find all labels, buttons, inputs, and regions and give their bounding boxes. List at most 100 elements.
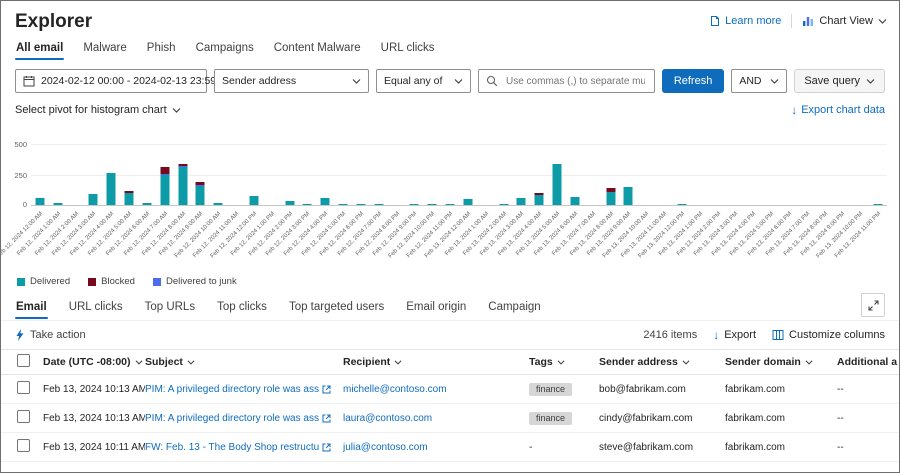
open-in-new-icon[interactable] [322, 414, 331, 423]
bar-segment-delivered[interactable] [160, 175, 169, 205]
bar-segment-delivered[interactable] [517, 198, 526, 205]
export-chart-data-label: Export chart data [801, 104, 885, 116]
bar-segment-delivered[interactable] [463, 199, 472, 205]
export-chart-data-button[interactable]: ↓ Export chart data [791, 104, 885, 116]
bar-segment-delivered[interactable] [428, 204, 437, 206]
bar-segment-blocked[interactable] [160, 167, 169, 174]
bar-segment-blocked[interactable] [535, 193, 544, 195]
subject-link[interactable]: PIM: A privileged directory role was ass… [145, 384, 319, 395]
filter-operator-dropdown[interactable]: Equal any of [376, 69, 471, 93]
bar-segment-delivered[interactable] [321, 198, 330, 205]
bar-segment-delivered[interactable] [410, 204, 419, 206]
select-all-checkbox[interactable] [17, 354, 30, 367]
date-range-picker[interactable]: 2024-02-12 00:00 - 2024-02-13 23:59 [15, 69, 207, 93]
column-header-tags[interactable]: Tags [529, 356, 599, 368]
tab-content-malware[interactable]: Content Malware [273, 37, 362, 61]
column-header-sender-domain[interactable]: Sender domain [725, 356, 837, 368]
bar-segment-delivered[interactable] [35, 198, 44, 205]
bar-segment-delivered[interactable] [339, 204, 348, 206]
bar-segment-blocked[interactable] [125, 191, 134, 193]
filter-field-value: Sender address [222, 75, 296, 87]
bar-segment-blocked[interactable] [606, 188, 615, 192]
histogram-chart: 500 250 0 Feb 12, 2024 12:00 AMFeb 12, 2… [31, 144, 887, 276]
tab-campaign[interactable]: Campaign [487, 296, 541, 320]
pivot-selector[interactable]: Select pivot for histogram chart [15, 104, 181, 116]
bar-segment-delivered[interactable] [125, 193, 134, 205]
open-in-new-icon[interactable] [322, 385, 331, 394]
bar-segment-delivered[interactable] [499, 204, 508, 206]
recipient-link[interactable]: laura@contoso.com [343, 413, 432, 424]
learn-more-link[interactable]: Learn more [709, 15, 781, 27]
tag-badge[interactable]: finance [529, 412, 572, 425]
row-checkbox[interactable] [17, 410, 30, 423]
export-button[interactable]: ↓ Export [713, 329, 756, 341]
bar-segment-delivered[interactable] [303, 204, 312, 206]
tab-phish[interactable]: Phish [146, 37, 177, 61]
bar-segment-delivered[interactable] [624, 187, 633, 205]
tab-malware[interactable]: Malware [82, 37, 127, 61]
bar-segment-delivered[interactable] [446, 204, 455, 206]
bar-segment-delivered[interactable] [249, 196, 258, 205]
bar-segment-delivered[interactable] [178, 167, 187, 205]
tag-badge[interactable]: finance [529, 383, 572, 396]
bar-segment-delivered[interactable] [53, 203, 62, 205]
recipient-link[interactable]: julia@contoso.com [343, 442, 428, 453]
bar-segment-delivered[interactable] [89, 194, 98, 205]
filter-field-dropdown[interactable]: Sender address [214, 69, 369, 93]
subject-link[interactable]: PIM: A privileged directory role was ass… [145, 413, 319, 424]
save-query-button[interactable]: Save query [794, 69, 885, 93]
chart-view-selector[interactable]: Chart View [802, 15, 887, 27]
boolean-operator-dropdown[interactable]: AND [731, 69, 787, 93]
bar-segment-delivered[interactable] [553, 164, 562, 205]
row-checkbox[interactable] [17, 439, 30, 452]
bar-segment-delivered[interactable] [107, 173, 116, 205]
expand-table-button[interactable] [861, 293, 885, 317]
column-header-recipient[interactable]: Recipient [343, 356, 529, 368]
chevron-down-icon [770, 79, 779, 84]
bar-segment-delivered[interactable] [535, 195, 544, 205]
open-in-new-icon[interactable] [322, 443, 331, 452]
bar-segment-blocked[interactable] [178, 164, 187, 166]
tab-email[interactable]: Email [15, 296, 48, 320]
bar-segment-delivered[interactable] [356, 204, 365, 206]
tab-email-origin[interactable]: Email origin [405, 296, 467, 320]
bar-segment-delivered[interactable] [142, 203, 151, 205]
filter-operator-value: Equal any of [384, 75, 442, 87]
take-action-button[interactable]: Take action [15, 329, 86, 341]
tab-campaigns[interactable]: Campaigns [195, 37, 255, 61]
column-header-subject[interactable]: Subject [145, 356, 343, 368]
refresh-button[interactable]: Refresh [662, 69, 725, 93]
explorer-page: Explorer Learn more Chart View All email… [0, 0, 900, 473]
subject-wrap: PIM: A privileged directory role was ass… [145, 413, 331, 424]
date-range-value: 2024-02-12 00:00 - 2024-02-13 23:59 [41, 75, 216, 87]
subject-link[interactable]: FW: Feb. 13 - The Body Shop restructures… [145, 442, 319, 453]
tab-url-clicks[interactable]: URL clicks [68, 296, 124, 320]
bar-segment-delivered[interactable] [374, 204, 383, 206]
table-row[interactable]: Feb 13, 2024 10:13 AM PIM: A privileged … [1, 404, 899, 433]
row-checkbox[interactable] [17, 381, 30, 394]
table-row[interactable]: Feb 13, 2024 10:11 AM FW: Feb. 13 - The … [1, 433, 899, 462]
column-header-date[interactable]: Date (UTC -08:00) [43, 356, 145, 368]
recipient-link[interactable]: michelle@contoso.com [343, 384, 447, 395]
column-header-sender-address[interactable]: Sender address [599, 356, 725, 368]
tab-all-email[interactable]: All email [15, 37, 64, 61]
bar-segment-delivered[interactable] [570, 197, 579, 205]
bar-segment-delivered[interactable] [874, 204, 883, 206]
items-count: 2416 items [643, 329, 697, 341]
tab-top-urls[interactable]: Top URLs [144, 296, 197, 320]
cell-sender-address: steve@fabrikam.com [599, 442, 725, 453]
filter-bar: 2024-02-12 00:00 - 2024-02-13 23:59 Send… [1, 69, 899, 93]
tab-top-clicks[interactable]: Top clicks [216, 296, 268, 320]
bar-segment-delivered[interactable] [606, 192, 615, 205]
table-row[interactable]: Feb 13, 2024 10:13 AM PIM: A privileged … [1, 375, 899, 404]
column-header-additional-actions[interactable]: Additional a [837, 356, 899, 368]
tab-url-clicks-primary[interactable]: URL clicks [380, 37, 436, 61]
bar-segment-delivered[interactable] [214, 203, 223, 205]
filter-value-input[interactable] [504, 75, 647, 88]
customize-columns-button[interactable]: Customize columns [772, 329, 885, 341]
bar-segment-delivered[interactable] [285, 201, 294, 205]
bar-segment-delivered[interactable] [677, 204, 686, 206]
tab-top-targeted-users[interactable]: Top targeted users [288, 296, 385, 320]
bar-segment-blocked[interactable] [196, 182, 205, 185]
bar-segment-delivered[interactable] [196, 186, 205, 205]
